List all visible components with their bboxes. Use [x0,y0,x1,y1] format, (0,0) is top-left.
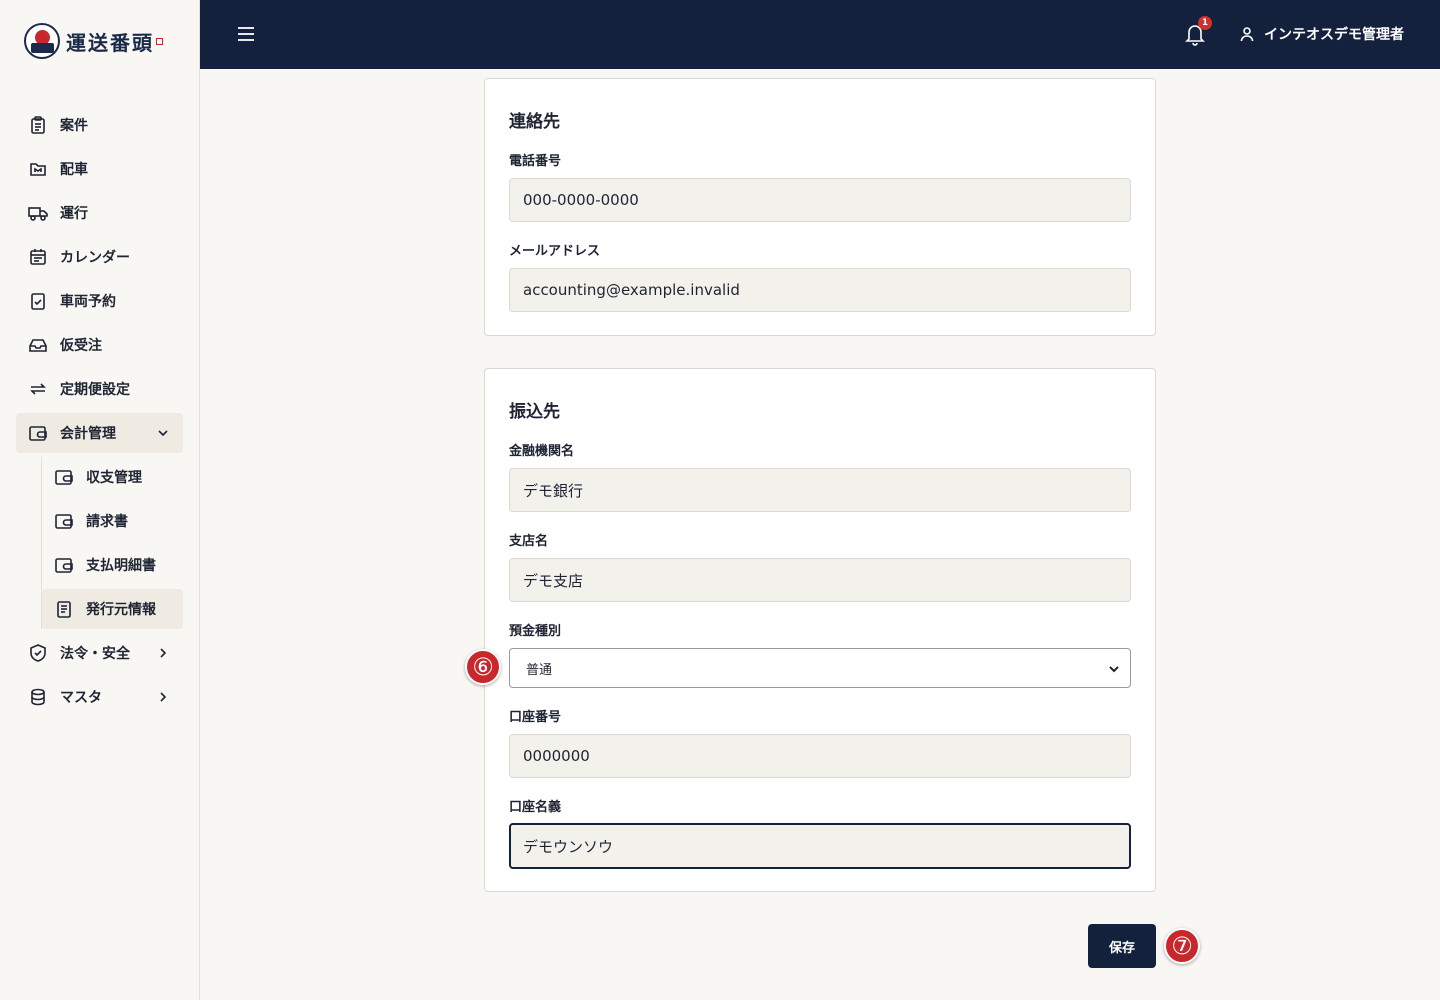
wallet-icon [28,423,48,443]
sidebar-item-invoices[interactable]: 請求書 [42,501,183,541]
document-icon [54,599,74,619]
sidebar-item-label: 運行 [60,206,88,222]
clipboard-check-icon [28,291,48,311]
branch-input[interactable] [509,558,1131,602]
account-holder-label: 口座名義 [509,800,562,815]
bank-transfer-card: 振込先 金融機関名 支店名 預金種別 普通 口座番号 口座名義 [484,368,1156,892]
app-logo[interactable]: 運送番頭 [24,22,163,60]
sidebar-item-label: 仮受注 [60,338,102,354]
phone-label: 電話番号 [509,154,562,169]
sidebar-item-accounting[interactable]: 会計管理 [16,413,183,453]
repeat-icon [28,379,48,399]
sidebar-item-label: 定期便設定 [60,382,130,398]
sidebar-item-label: 支払明細書 [86,558,156,574]
wallet-icon [54,555,74,575]
sidebar-item-label: 配車 [60,162,88,178]
bank-card-title: 振込先 [509,402,560,422]
sidebar-item-label: 発行元情報 [86,602,156,618]
save-button[interactable]: 保存 [1088,924,1156,968]
user-menu[interactable]: インテオスデモ管理者 [1240,23,1404,45]
sidebar-nav: 案件 配車 運行 カレンダー 車両予約 仮受注 定期便設定 会計管理 収支管理 … [16,105,183,721]
sidebar-item-label: カレンダー [60,250,130,266]
email-label: メールアドレス [509,244,601,259]
account-number-label: 口座番号 [509,710,562,725]
sidebar-item-income-expense[interactable]: 収支管理 [42,457,183,497]
sidebar-item-cases[interactable]: 案件 [16,105,183,145]
sidebar-item-regular-routes[interactable]: 定期便設定 [16,369,183,409]
logo-mark-icon [24,23,60,59]
top-bar: 1 インテオスデモ管理者 [200,0,1440,69]
sidebar-item-calendar[interactable]: カレンダー [16,237,183,277]
sidebar-item-label: 会計管理 [60,426,116,442]
sidebar-item-label: 車両予約 [60,294,116,310]
shield-check-icon [28,643,48,663]
wallet-icon [54,511,74,531]
bank-name-label: 金融機関名 [509,444,575,459]
step-6-marker: ⑥ [465,649,501,685]
email-input[interactable] [509,268,1131,312]
branch-label: 支店名 [509,534,549,549]
user-icon [1240,27,1254,42]
bank-name-input[interactable] [509,468,1131,512]
account-type-label: 預金種別 [509,624,562,639]
logo-text: 運送番頭 [66,30,154,55]
accounting-submenu: 収支管理 請求書 支払明細書 発行元情報 [41,457,183,629]
logo-seal-icon [156,37,163,45]
sidebar-item-label: 案件 [60,118,88,134]
sidebar-item-payment-statements[interactable]: 支払明細書 [42,545,183,585]
phone-input[interactable] [509,178,1131,222]
wallet-icon [54,467,74,487]
folder-icon [28,159,48,179]
sidebar-item-dispatch[interactable]: 配車 [16,149,183,189]
step-7-marker: ⑦ [1164,928,1200,964]
chevron-right-icon [160,648,167,658]
sidebar-item-label: 収支管理 [86,470,142,486]
sidebar-item-issuer-info[interactable]: 発行元情報 [42,589,183,629]
sidebar-item-provisional-orders[interactable]: 仮受注 [16,325,183,365]
chevron-right-icon [160,692,167,702]
sidebar-item-master[interactable]: マスタ [16,677,183,717]
chevron-down-icon [1109,666,1119,673]
clipboard-icon [28,115,48,135]
database-icon [28,687,48,707]
account-type-select[interactable]: 普通 [509,648,1131,688]
sidebar: 運送番頭 案件 配車 運行 カレンダー 車両予約 仮受注 定期便設定 会計管理 … [0,0,200,1000]
hamburger-menu-icon[interactable] [236,24,256,44]
account-holder-input[interactable] [509,823,1131,869]
sidebar-item-legal-safety[interactable]: 法令・安全 [16,633,183,673]
sidebar-item-label: 請求書 [86,514,128,530]
sidebar-item-label: 法令・安全 [60,646,130,662]
sidebar-item-operations[interactable]: 運行 [16,193,183,233]
contact-card: 連絡先 電話番号 メールアドレス [484,78,1156,336]
chevron-down-icon [158,430,168,437]
contact-card-title: 連絡先 [509,112,560,132]
inbox-icon [28,335,48,355]
calendar-icon [28,247,48,267]
account-number-input[interactable] [509,734,1131,778]
user-name: インテオスデモ管理者 [1264,27,1404,43]
account-type-selected: 普通 [526,662,553,678]
sidebar-item-label: マスタ [60,690,102,706]
truck-icon [28,203,48,223]
sidebar-item-vehicle-reservation[interactable]: 車両予約 [16,281,183,321]
notification-count-badge: 1 [1198,16,1212,30]
